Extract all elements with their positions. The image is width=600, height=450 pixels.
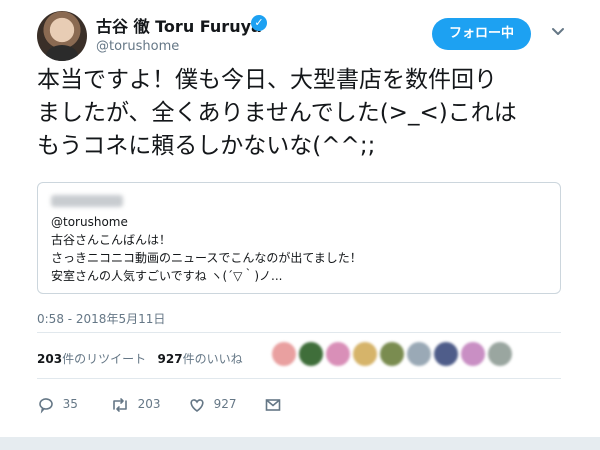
tweet-timestamp[interactable]: 0:58 - 2018年5月11日 [37, 310, 165, 327]
liker-avatar[interactable] [434, 342, 458, 366]
user-handle[interactable]: @torushome [96, 39, 179, 54]
like-label[interactable]: 件のいいね [183, 352, 243, 366]
quoted-text-line: 安室さんの人気すごいですね ヽ(´▽｀)ノ... [51, 269, 283, 283]
liker-avatar[interactable] [407, 342, 431, 366]
like-action-count: 927 [213, 397, 237, 411]
reply-action[interactable]: 35 [37, 395, 78, 414]
quoted-text-line: さっきニコニコ動画のニュースでこんなのが出てました！ [51, 251, 362, 265]
quoted-author-name-blurred [51, 195, 123, 207]
reply-count: 35 [62, 397, 78, 411]
reply-icon [39, 397, 53, 414]
quoted-text-line: 古谷さんこんばんは！ [51, 233, 172, 247]
quoted-tweet[interactable]: @torushome 古谷さんこんばんは！ さっきニコニコ動画のニュースでこんな… [37, 182, 561, 294]
avatar[interactable] [37, 11, 87, 61]
tweet-text-line: 本当ですよ！僕も今日、大型書店を数件回り [37, 67, 497, 93]
liker-avatar[interactable] [353, 342, 377, 366]
like-action[interactable]: 927 [188, 395, 237, 413]
liker-avatar[interactable] [326, 342, 350, 366]
direct-message-action[interactable] [264, 395, 282, 413]
tweet-text: 本当ですよ！僕も今日、大型書店を数件回り ましたが、全くありませんでした(>_<… [37, 64, 597, 163]
liker-avatar[interactable] [488, 342, 512, 366]
liker-avatar[interactable] [272, 342, 296, 366]
liker-avatar[interactable] [299, 342, 323, 366]
liker-avatar[interactable] [380, 342, 404, 366]
liker-avatar[interactable] [461, 342, 485, 366]
divider [37, 378, 561, 379]
retweet-action-count: 203 [137, 397, 161, 411]
envelope-icon [265, 398, 281, 411]
retweet-label[interactable]: 件のリツイート [62, 352, 146, 366]
quoted-handle: @torushome [51, 215, 128, 229]
like-count[interactable]: 927 [158, 352, 183, 366]
engagement-stats: 203件のリツイート 927件のいいね [37, 350, 243, 367]
chevron-down-icon[interactable] [549, 22, 567, 40]
heart-icon [190, 398, 204, 412]
retweet-count[interactable]: 203 [37, 352, 62, 366]
following-button[interactable]: フォロー中 [432, 18, 531, 50]
display-name[interactable]: 古谷 徹 Toru Furuya [96, 13, 262, 37]
retweet-icon [113, 397, 127, 412]
retweet-action[interactable]: 203 [110, 395, 161, 413]
tweet-text-line: ましたが、全くありませんでした(>_<)これは [37, 100, 517, 126]
footer-band [0, 437, 600, 450]
verified-badge-icon: ✓ [251, 15, 267, 31]
divider [37, 332, 561, 333]
tweet-text-line: もうコネに頼るしかないな(^^;; [37, 133, 376, 159]
